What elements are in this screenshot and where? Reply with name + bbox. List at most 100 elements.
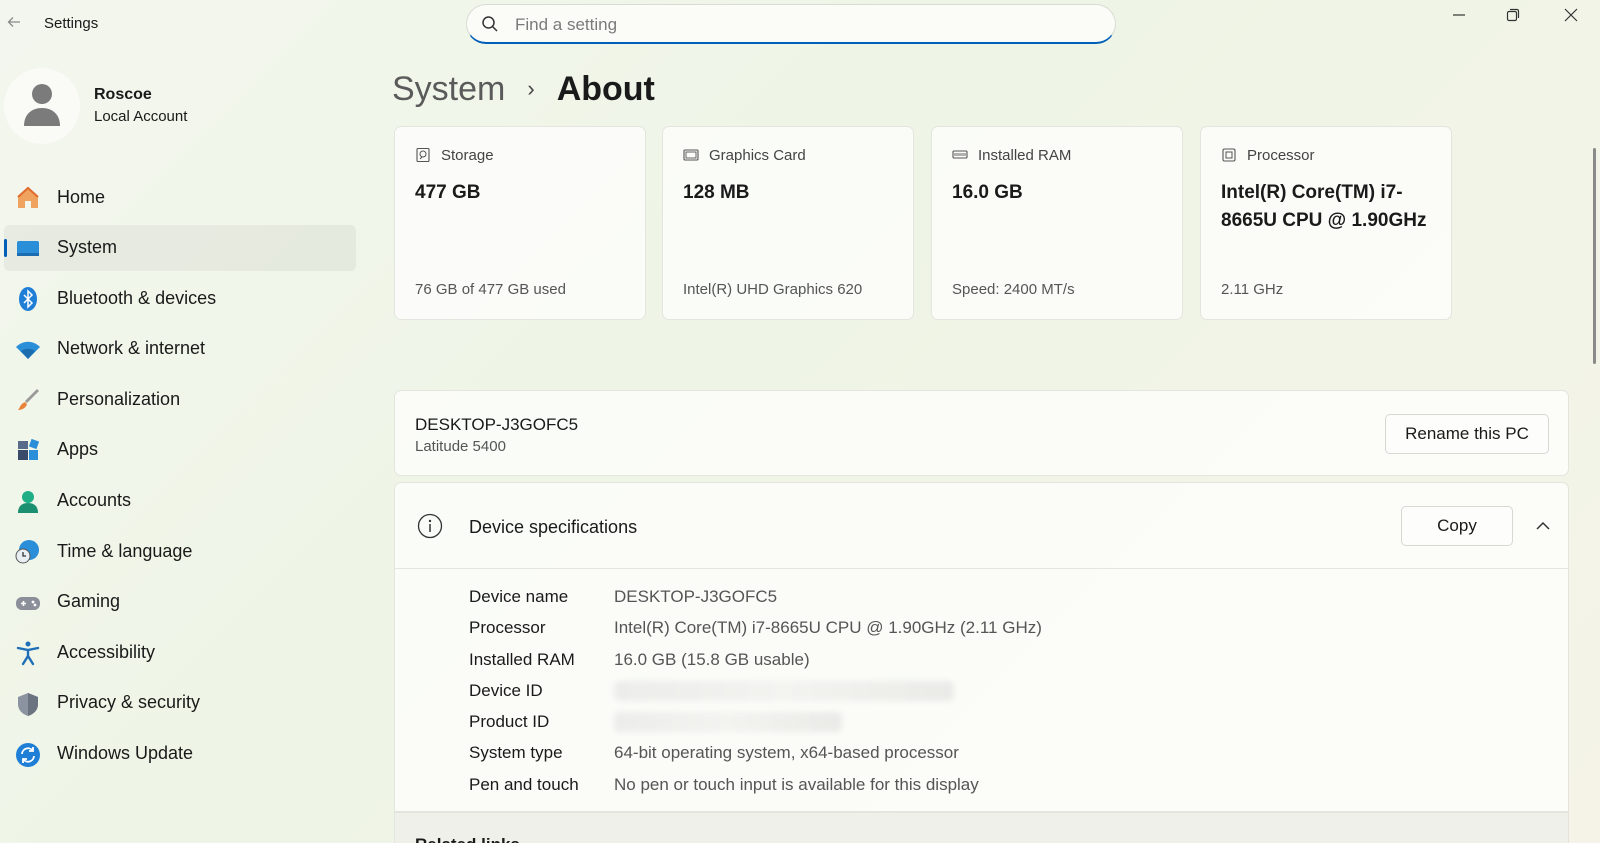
spec-label: Pen and touch (469, 774, 579, 794)
search-input[interactable] (515, 13, 1095, 37)
spec-value: 64-bit operating system, x64-based proce… (614, 743, 959, 763)
card-value: 128 MB (683, 182, 750, 203)
pc-name-panel: DESKTOP-J3GOFC5 Latitude 5400 Rename thi… (394, 390, 1569, 476)
spec-value-redacted (614, 680, 954, 706)
spec-label: Processor (469, 618, 546, 638)
card-subtitle: 2.11 GHz (1221, 281, 1284, 298)
pc-model: Latitude 5400 (415, 438, 506, 455)
sidebar-item-label: Privacy & security (57, 692, 201, 713)
spec-value-redacted (614, 712, 842, 737)
sidebar-item-privacy-security[interactable]: Privacy & security (4, 680, 356, 726)
shield-icon (18, 692, 38, 716)
breadcrumb-separator: › (527, 76, 535, 101)
copy-button[interactable]: Copy (1401, 506, 1513, 546)
card-value: 477 GB (415, 182, 481, 203)
sidebar-item-home[interactable]: Home (4, 174, 356, 220)
card-title: Graphics Card (709, 147, 806, 164)
sidebar-item-system[interactable]: System (4, 224, 356, 271)
app-title: Settings (44, 15, 99, 32)
spec-value: 16.0 GB (15.8 GB usable) (614, 649, 810, 669)
title-bar: Settings (0, 0, 1600, 48)
home-icon (17, 186, 39, 208)
breadcrumb-parent[interactable]: System (392, 70, 505, 109)
sidebar-item-label: Apps (57, 439, 99, 460)
chevron-up-icon[interactable] (1532, 515, 1554, 537)
storage-icon (416, 147, 430, 163)
spec-label: Device name (469, 587, 569, 606)
search-icon (482, 16, 498, 32)
pc-name: DESKTOP-J3GOFC5 (415, 415, 579, 434)
sidebar-item-gaming[interactable]: Gaming (4, 579, 356, 625)
spec-label: Product ID (469, 712, 550, 732)
processor-card[interactable]: Processor Intel(R) Core(TM) i7-8665U CPU… (1200, 126, 1452, 320)
sidebar-item-label: Accessibility (57, 641, 156, 662)
sidebar-item-label: Network & internet (57, 338, 206, 359)
installed-ram-card[interactable]: Installed RAM 16.0 GB Speed: 2400 MT/s (931, 126, 1183, 320)
sidebar-item-network[interactable]: Network & internet (4, 326, 356, 372)
device-specifications-panel: Device specifications Copy Device name D… (394, 482, 1569, 812)
gamepad-icon (16, 596, 40, 610)
spec-value: DESKTOP-J3GOFC5 (614, 587, 778, 606)
update-icon (16, 742, 40, 767)
scrollbar[interactable] (1593, 148, 1596, 364)
sidebar-item-time-language[interactable]: Time & language (4, 528, 356, 574)
back-button[interactable] (2, 12, 26, 36)
related-links-bar: Related links (394, 812, 1569, 843)
sidebar-item-windows-update[interactable]: Windows Update (4, 731, 356, 777)
avatar (4, 68, 80, 144)
clock-globe-icon (15, 540, 39, 564)
card-subtitle: 76 GB of 477 GB used (415, 281, 566, 298)
spec-label: Installed RAM (469, 649, 575, 669)
info-icon (417, 513, 443, 539)
breadcrumb: System › About (392, 66, 655, 112)
restore-icon (1506, 8, 1520, 22)
sidebar-item-label: Windows Update (57, 743, 194, 764)
sidebar-item-label: Personalization (57, 388, 181, 409)
sidebar-item-accessibility[interactable]: Accessibility (4, 629, 356, 675)
spec-value: Intel(R) Core(TM) i7-8665U CPU @ 1.90GHz… (614, 618, 1042, 638)
sidebar-item-apps[interactable]: Apps (4, 427, 356, 473)
sidebar-item-accounts[interactable]: Accounts (4, 478, 356, 524)
graphics-card-icon (683, 149, 699, 161)
spec-label: System type (469, 743, 563, 763)
sidebar-item-label: Bluetooth & devices (57, 287, 217, 308)
rename-pc-button[interactable]: Rename this PC (1385, 414, 1549, 454)
user-profile[interactable]: Roscoe Local Account (4, 68, 344, 144)
card-title: Installed RAM (978, 147, 1072, 164)
brush-icon (18, 389, 39, 411)
storage-card[interactable]: Storage 477 GB 76 GB of 477 GB used (394, 126, 646, 320)
sidebar-item-label: Time & language (57, 540, 193, 561)
device-specifications-header[interactable]: Device specifications Copy (395, 483, 1568, 569)
search-box[interactable] (466, 4, 1116, 44)
minimize-button[interactable] (1430, 0, 1488, 30)
close-icon (1564, 8, 1578, 22)
back-arrow-icon (7, 17, 20, 27)
accessibility-icon (16, 641, 40, 666)
card-value: Intel(R) Core(TM) i7-8665U CPU @ 1.90GHz (1221, 182, 1427, 231)
account-type: Local Account (94, 108, 188, 125)
accounts-icon (18, 490, 38, 513)
wifi-icon (16, 341, 40, 359)
restore-button[interactable] (1484, 0, 1542, 30)
spec-value: No pen or touch input is available for t… (614, 774, 979, 794)
apps-icon (18, 438, 40, 460)
spec-label: Device ID (469, 680, 543, 700)
minimize-icon (1453, 14, 1465, 16)
related-links-label: Related links (415, 835, 520, 843)
device-specifications-title: Device specifications (469, 517, 638, 537)
card-title: Processor (1247, 147, 1315, 164)
sidebar-item-bluetooth[interactable]: Bluetooth & devices (4, 275, 356, 321)
page-title: About (556, 69, 655, 108)
sidebar-item-label: Accounts (57, 490, 132, 511)
ram-icon (952, 150, 968, 159)
card-subtitle: Intel(R) UHD Graphics 620 (683, 281, 863, 298)
sidebar-nav: Home System Bluetooth & devices Network … (4, 174, 356, 781)
processor-icon (1222, 148, 1236, 162)
sidebar-item-label: System (57, 237, 118, 258)
graphics-card-card[interactable]: Graphics Card 128 MB Intel(R) UHD Graphi… (662, 126, 914, 320)
close-button[interactable] (1542, 0, 1600, 30)
card-value: 16.0 GB (952, 182, 1023, 203)
user-name: Roscoe (94, 86, 152, 103)
sidebar-item-personalization[interactable]: Personalization (4, 376, 356, 422)
sidebar-item-label: Gaming (57, 591, 121, 612)
